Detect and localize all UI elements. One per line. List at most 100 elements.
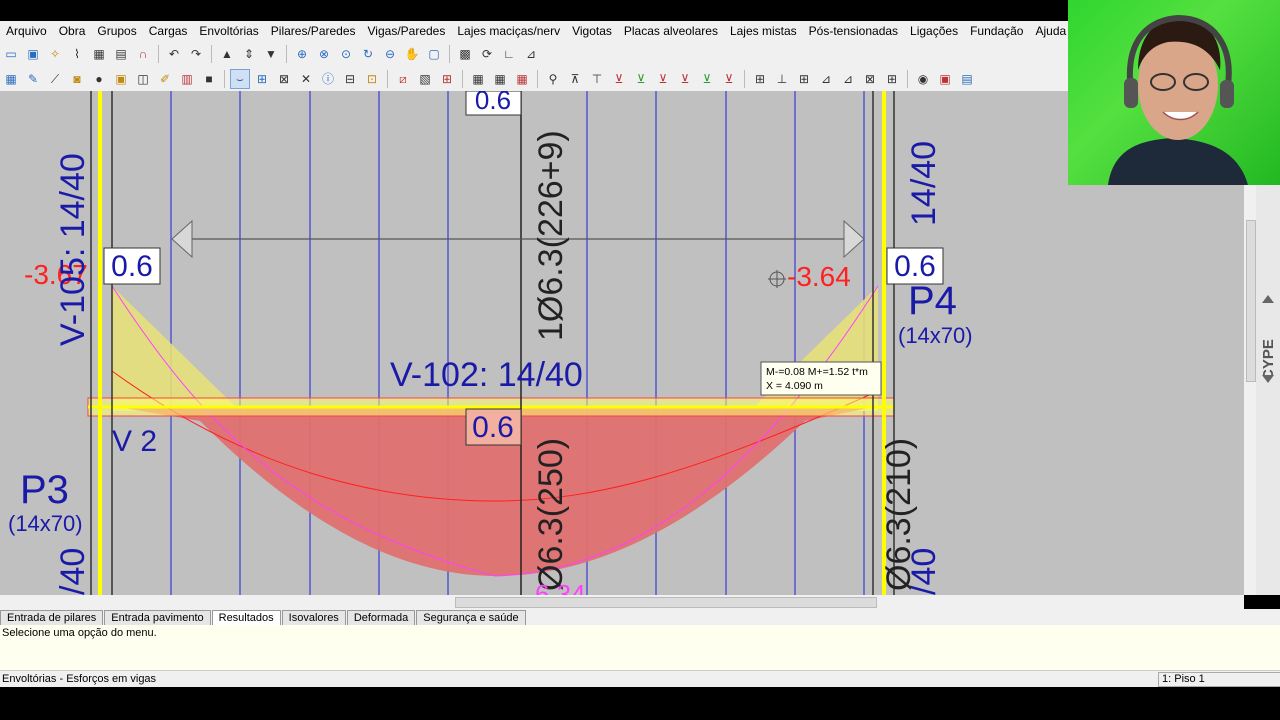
tab-entrada-pavimento[interactable]: Entrada pavimento [104, 610, 211, 625]
menu-placas-alveolares[interactable]: Placas alveolares [618, 24, 724, 38]
connection-d-icon[interactable]: ⊻ [676, 70, 694, 88]
zoom-all-icon[interactable]: ⊗ [315, 45, 333, 63]
tool-d-icon[interactable]: ⊿ [817, 70, 835, 88]
tool-a-icon[interactable]: ⊞ [751, 70, 769, 88]
anchor-icon[interactable]: ⊤ [588, 70, 606, 88]
refresh-icon[interactable]: ↻ [359, 45, 377, 63]
menu-arquivo[interactable]: Arquivo [0, 24, 53, 38]
magnet-icon[interactable]: ∩ [134, 45, 152, 63]
grid-icon[interactable]: ▤ [112, 45, 130, 63]
menu-lajes-mistas[interactable]: Lajes mistas [724, 24, 803, 38]
menu-pos-tensionadas[interactable]: Pós-tensionadas [803, 24, 904, 38]
zoom-window-icon[interactable]: ⊕ [293, 45, 311, 63]
cube-icon[interactable]: ◫ [134, 70, 152, 88]
rotate-icon[interactable]: ⟳ [478, 45, 496, 63]
broom-icon[interactable]: ⌇ [68, 45, 86, 63]
floor-updown-icon[interactable]: ⇕ [240, 45, 258, 63]
edit-icon[interactable]: ✎ [24, 70, 42, 88]
left-beam-label: V-105: 14/40 [54, 153, 92, 346]
horizontal-scroll-thumb[interactable] [455, 597, 877, 608]
tab-seguranca-saude[interactable]: Segurança e saúde [416, 610, 526, 625]
drop-icon[interactable]: ● [90, 70, 108, 88]
grid-b-icon[interactable]: ▦ [491, 70, 509, 88]
tool-c-icon[interactable]: ⊞ [795, 70, 813, 88]
tab-resultados[interactable]: Resultados [211, 610, 281, 625]
status-bar: Envoltórias - Esforços em vigas 1: Piso … [0, 670, 1280, 687]
menu-obra[interactable]: Obra [53, 24, 92, 38]
menu-ligacoes[interactable]: Ligações [904, 24, 964, 38]
connection-e-icon[interactable]: ⊻ [698, 70, 716, 88]
paint-icon[interactable]: ✐ [156, 70, 174, 88]
floor-up-icon[interactable]: ▲ [218, 45, 236, 63]
structural-drawing[interactable]: 0.6 0.6 0.6 0.6 -3.67 -3.64 V-102: 14/40… [0, 91, 1244, 595]
menu-lajes-macicas[interactable]: Lajes maciças/nerv [451, 24, 566, 38]
mesh-icon[interactable]: ⊞ [438, 70, 456, 88]
new-file-icon[interactable]: ▭ [2, 45, 20, 63]
panel-icon[interactable]: ▧ [416, 70, 434, 88]
menu-vigotas[interactable]: Vigotas [566, 24, 618, 38]
zoom-icon[interactable]: ⊙ [337, 45, 355, 63]
menu-fundacao[interactable]: Fundação [964, 24, 1029, 38]
report-icon[interactable]: ▣ [936, 70, 954, 88]
connection-f-icon[interactable]: ⊻ [720, 70, 738, 88]
zoom-out-icon[interactable]: ⊖ [381, 45, 399, 63]
floor-down-icon[interactable]: ▼ [262, 45, 280, 63]
menu-ajuda[interactable]: Ajuda [1029, 24, 1072, 38]
tab-isovalores[interactable]: Isovalores [281, 610, 346, 625]
box-icon[interactable]: ▣ [112, 70, 130, 88]
connection-b-icon[interactable]: ⊻ [632, 70, 650, 88]
wizard-icon[interactable]: ✧ [46, 45, 64, 63]
tool-g-icon[interactable]: ⊞ [883, 70, 901, 88]
beam-moments-icon[interactable]: ⌣ [230, 69, 250, 89]
horizontal-scrollbar[interactable] [0, 595, 1244, 609]
beam-shear-icon[interactable]: ⊞ [253, 70, 271, 88]
tool-f-icon[interactable]: ⊠ [861, 70, 879, 88]
info-icon[interactable]: ⓘ [319, 70, 337, 88]
pan-hand-icon[interactable]: ✋ [403, 45, 421, 63]
side-panel[interactable]: CYPE [1256, 185, 1280, 595]
redraw-icon[interactable]: ▢ [425, 45, 443, 63]
wall-icon[interactable]: ■ [200, 70, 218, 88]
vertical-scroll-thumb[interactable] [1246, 220, 1256, 382]
menu-pilares-paredes[interactable]: Pilares/Paredes [265, 24, 362, 38]
footing-icon[interactable]: ⊼ [566, 70, 584, 88]
line-icon[interactable]: ⟋ [46, 70, 64, 88]
side-panel-tab[interactable]: CYPE [1256, 185, 1280, 595]
tab-entrada-pilares[interactable]: Entrada de pilares [0, 610, 104, 625]
column-icon[interactable]: ▥ [178, 70, 196, 88]
pile-icon[interactable]: ⚲ [544, 70, 562, 88]
menu-envoltorias[interactable]: Envoltórias [193, 24, 264, 38]
export-icon[interactable]: ▤ [958, 70, 976, 88]
tab-deformada[interactable]: Deformada [346, 610, 416, 625]
hat-icon[interactable]: ◙ [68, 70, 86, 88]
right-beam-label: 14/40 [905, 141, 943, 226]
grid-a-icon[interactable]: ▦ [469, 70, 487, 88]
angle-icon[interactable]: ∟ [500, 45, 518, 63]
grid-c-icon[interactable]: ▦ [513, 70, 531, 88]
value-top: 0.6 [475, 91, 511, 115]
arrow-up-icon [1262, 295, 1274, 303]
tool-e-icon[interactable]: ⊿ [839, 70, 857, 88]
slab-icon[interactable]: ⊟ [341, 70, 359, 88]
connection-a-icon[interactable]: ⊻ [610, 70, 628, 88]
beam-x-icon[interactable]: ✕ [297, 70, 315, 88]
menu-cargas[interactable]: Cargas [143, 24, 194, 38]
layers-icon[interactable]: ▩ [456, 45, 474, 63]
beam-cross-icon[interactable]: ⊠ [275, 70, 293, 88]
table-icon[interactable]: ▦ [2, 70, 20, 88]
redo-icon[interactable]: ↷ [187, 45, 205, 63]
calculator-icon[interactable]: ▦ [90, 45, 108, 63]
drawing-canvas[interactable]: 0.6 0.6 0.6 0.6 -3.67 -3.64 V-102: 14/40… [0, 91, 1244, 595]
save-icon[interactable]: ▣ [24, 45, 42, 63]
menu-grupos[interactable]: Grupos [91, 24, 142, 38]
menu-vigas-paredes[interactable]: Vigas/Paredes [362, 24, 452, 38]
undo-icon[interactable]: ↶ [165, 45, 183, 63]
connection-c-icon[interactable]: ⊻ [654, 70, 672, 88]
measure-icon[interactable]: ⊿ [522, 45, 540, 63]
tool-b-icon[interactable]: ⊥ [773, 70, 791, 88]
view-icon[interactable]: ◉ [914, 70, 932, 88]
reinforcement-icon[interactable]: ⊡ [363, 70, 381, 88]
check-icon[interactable]: ⧄ [394, 70, 412, 88]
vertical-scrollbar[interactable] [1244, 185, 1256, 595]
separator [224, 70, 225, 88]
